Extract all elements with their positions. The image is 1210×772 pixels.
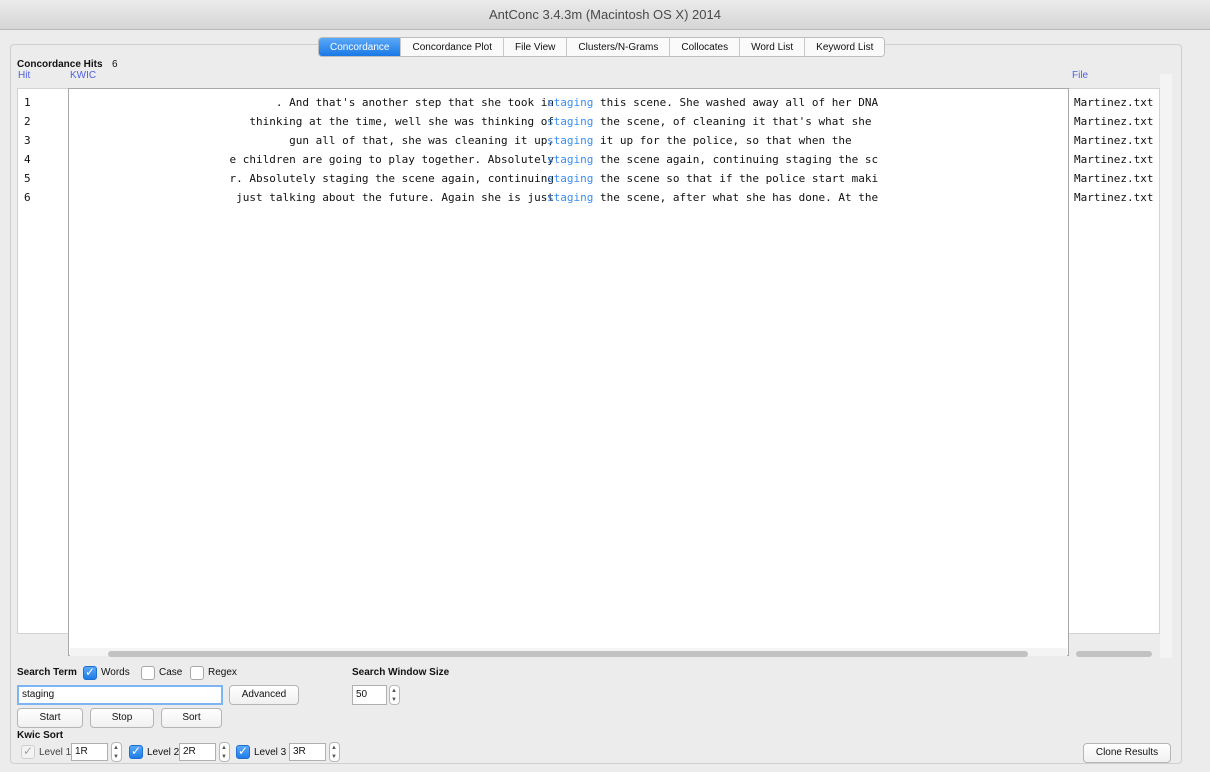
level-3-label: Level 3 [254,747,287,758]
kwic-left-context: . And that's another step that she took … [275,96,554,109]
check-icon: ✓ [238,744,249,758]
kwic-right-context: it up for the police, so that when the [600,134,852,147]
kwic-left-context: thinking at the time, well she was think… [249,115,554,128]
kwic-keyword[interactable]: staging [547,112,593,131]
kwic-right-context: the scene so that if the police start ma… [600,172,879,185]
case-label: Case [159,667,183,678]
kwic-right-context: the scene, of cleaning it that's what sh… [600,115,872,128]
file-name: Martinez.txt [1074,153,1154,166]
level-2-stepper[interactable]: ▲ ▼ [219,742,230,762]
tab-file-view[interactable]: File View [503,38,568,56]
kwic-keyword[interactable]: staging [547,188,593,207]
kwic-keyword[interactable]: staging [547,169,593,188]
level-3-input[interactable]: 3R [289,743,326,761]
check-icon: ✓ [85,665,96,679]
hit-number: 5 [24,172,31,185]
hit-number: 4 [24,153,31,166]
search-window-size-label: Search Window Size [352,667,450,678]
file-name: Martinez.txt [1074,115,1154,128]
kwic-keyword[interactable]: staging [547,93,593,112]
kwic-left-context: r. Absolutely staging the scene again, c… [229,172,554,185]
tab-concordance[interactable]: Concordance [319,38,402,56]
kwic-column-header[interactable]: KWIC [70,70,96,81]
tab-clusters-ngrams[interactable]: Clusters/N-Grams [567,38,671,56]
kwic-right-context: this scene. She washed away all of her D… [600,96,879,109]
search-window-size-input[interactable]: 50 [352,685,387,705]
search-window-size-stepper[interactable]: ▲ ▼ [389,685,400,705]
hit-number: 6 [24,191,31,204]
vertical-scrollbar[interactable] [1160,74,1172,658]
concordance-hits-count: 6 [112,59,118,70]
level-1-label: Level 1 [39,747,72,758]
case-checkbox[interactable] [141,666,155,680]
tab-word-list[interactable]: Word List [740,38,806,56]
check-icon: ✓ [131,744,142,758]
hit-column-header[interactable]: Hit [18,70,30,81]
sort-button[interactable]: Sort [161,708,222,728]
window-title: AntConc 3.4.3m (Macintosh OS X) 2014 [0,0,1210,30]
kwic-sort-label: Kwic Sort [17,730,64,741]
hit-number: 3 [24,134,31,147]
tab-concordance-plot[interactable]: Concordance Plot [401,38,504,56]
kwic-right-context: the scene, after what she has done. At t… [600,191,879,204]
regex-label: Regex [208,667,237,678]
hit-number: 2 [24,115,31,128]
level-1-input[interactable]: 1R [71,743,108,761]
search-term-input[interactable]: staging [17,685,223,705]
file-column[interactable]: Martinez.txt Martinez.txt Martinez.txt M… [1069,88,1160,634]
start-button[interactable]: Start [17,708,83,728]
kwic-right-context: the scene again, continuing staging the … [600,153,879,166]
level-2-input[interactable]: 2R [179,743,216,761]
search-term-label: Search Term [17,667,77,678]
level-2-label: Level 2 [147,747,180,758]
hit-number: 1 [24,96,31,109]
kwic-keyword[interactable]: staging [547,131,593,150]
words-checkbox[interactable]: ✓ [83,665,97,680]
check-icon: ✓ [23,744,34,758]
clone-results-button[interactable]: Clone Results [1083,743,1171,763]
regex-checkbox[interactable] [190,666,204,680]
file-horizontal-scrollbar[interactable] [1076,651,1152,657]
file-name: Martinez.txt [1074,96,1154,109]
file-name: Martinez.txt [1074,134,1154,147]
words-label: Words [101,667,130,678]
tab-collocates[interactable]: Collocates [670,38,741,56]
kwic-left-context: gun all of that, she was cleaning it up, [289,134,554,147]
tab-keyword-list[interactable]: Keyword List [805,38,885,56]
file-name: Martinez.txt [1074,172,1154,185]
hit-column[interactable]: 1 2 3 4 5 6 [17,88,68,634]
kwic-keyword[interactable]: staging [547,150,593,169]
kwic-left-context: e children are going to play together. A… [229,153,554,166]
advanced-button[interactable]: Advanced [229,685,299,705]
level-3-checkbox[interactable]: ✓ [236,744,250,759]
stop-button[interactable]: Stop [90,708,154,728]
file-column-header[interactable]: File [1072,70,1088,81]
file-name: Martinez.txt [1074,191,1154,204]
level-1-checkbox: ✓ [21,744,35,759]
concordance-hits-label: Concordance Hits [17,59,103,70]
level-1-stepper[interactable]: ▲ ▼ [111,742,122,762]
level-3-stepper[interactable]: ▲ ▼ [329,742,340,762]
kwic-horizontal-scrollbar[interactable] [108,651,1028,657]
tab-bar: Concordance Concordance Plot File View C… [318,37,886,57]
level-2-checkbox[interactable]: ✓ [129,744,143,759]
kwic-left-context: just talking about the future. Again she… [236,191,554,204]
kwic-results-pane[interactable]: . And that's another step that she took … [68,88,1069,656]
